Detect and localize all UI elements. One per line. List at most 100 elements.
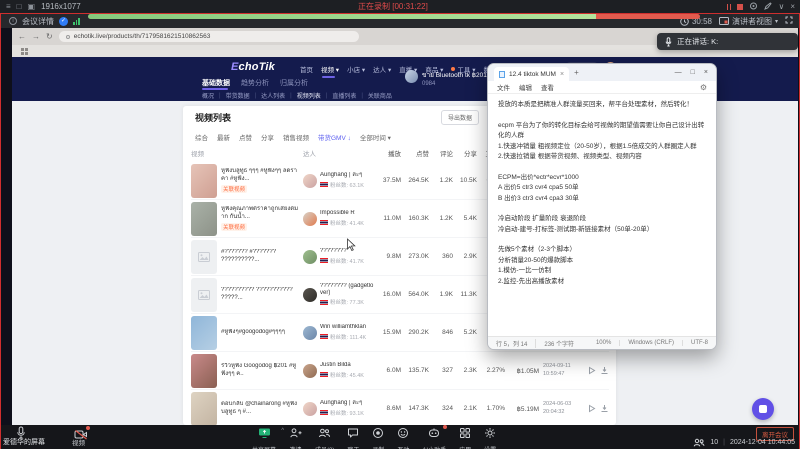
- subtab-归属分析[interactable]: 归属分析: [280, 78, 308, 88]
- filter-销售视频[interactable]: 销售视频: [283, 132, 309, 142]
- toolbar-item-聊天[interactable]: 聊天: [347, 426, 359, 449]
- video-toggle-label[interactable]: 视频: [72, 437, 85, 447]
- video-thumbnail[interactable]: [191, 240, 217, 274]
- video-title[interactable]: รีวิวหูฟัง Googodog ฿201 #หูฟังๆๆ ค..: [221, 363, 299, 379]
- toolbar-item-应用[interactable]: 应用: [459, 426, 471, 449]
- toolbar-item-AI小助手[interactable]: AI小助手: [422, 426, 446, 449]
- chevron-down-icon[interactable]: ∨: [778, 2, 784, 11]
- pause-icon[interactable]: [727, 4, 732, 10]
- chat-fab[interactable]: [752, 398, 774, 420]
- view-mode-selector[interactable]: 演讲者视图▾: [719, 16, 778, 27]
- menu-文件[interactable]: 文件: [497, 82, 510, 92]
- filter-分享[interactable]: 分享: [261, 132, 274, 142]
- talent-avatar[interactable]: [303, 174, 317, 188]
- video-thumbnail[interactable]: [191, 202, 217, 236]
- talent-name[interactable]: Impossible R: [320, 210, 364, 217]
- window-icon[interactable]: □: [17, 3, 22, 11]
- subtab-基础数据[interactable]: 基础数据: [202, 78, 230, 88]
- video-thumbnail[interactable]: [191, 278, 217, 312]
- fullscreen-icon[interactable]: [785, 16, 793, 26]
- pen-icon[interactable]: [764, 2, 772, 12]
- toolbar-item-共享屏幕[interactable]: ^共享屏幕: [252, 426, 276, 449]
- talent-avatar[interactable]: [303, 250, 317, 264]
- video-title[interactable]: หูฟังคุณภาพดีราคาถูกเสียงดีมาก กันน้ำ...: [221, 206, 299, 222]
- nav-item-达人[interactable]: 达人 ▾: [373, 64, 391, 74]
- video-thumbnail[interactable]: [191, 316, 217, 350]
- filter-最新[interactable]: 最新: [217, 132, 230, 142]
- tab-close-icon[interactable]: ×: [560, 71, 564, 78]
- talent-avatar[interactable]: [303, 326, 317, 340]
- filter-综合[interactable]: 综合: [195, 132, 208, 142]
- chevron-up-icon[interactable]: ^: [281, 428, 284, 434]
- export-button[interactable]: 导出数据: [441, 110, 479, 125]
- camera-icon[interactable]: [749, 2, 758, 12]
- menu-编辑[interactable]: 编辑: [519, 82, 532, 92]
- table-row[interactable]: ตอบกลับ @chainarong #หูฟังบลูทูธ ๆ #... A…: [191, 390, 609, 425]
- talent-name[interactable]: Aunghang | ล่ะๆ: [320, 172, 364, 179]
- nav-item-视频[interactable]: 视频 ▾: [321, 64, 339, 74]
- section-nav-直播列表[interactable]: 直播列表: [332, 91, 356, 100]
- menu-icon[interactable]: ≡: [6, 3, 11, 11]
- video-thumbnail[interactable]: [191, 392, 217, 426]
- filter-带货GMV ↓[interactable]: 带货GMV ↓: [318, 132, 351, 142]
- meeting-detail-label[interactable]: 会议详情: [22, 16, 54, 27]
- toolbar-item-成员(2)[interactable]: 成员(2): [315, 426, 334, 449]
- close-icon[interactable]: ×: [790, 2, 795, 11]
- talent-avatar[interactable]: [303, 288, 317, 302]
- video-title[interactable]: ?????????? ??????????? ?????...: [221, 287, 299, 303]
- video-title[interactable]: ตอบกลับ @chainarong #หูฟังบลูทูธ ๆ #...: [221, 401, 299, 417]
- video-thumbnail[interactable]: [191, 354, 217, 388]
- apps-grid-icon[interactable]: [21, 48, 28, 55]
- section-nav-达人列表[interactable]: 达人列表: [261, 91, 285, 100]
- play-icon[interactable]: [587, 400, 596, 418]
- minimize-icon[interactable]: —: [675, 69, 682, 76]
- filter-点赞[interactable]: 点赞: [239, 132, 252, 142]
- talent-name[interactable]: Win williamthklan: [320, 324, 366, 331]
- video-title[interactable]: #หูฟังๆ#googodog#ๆๆๆๆ: [221, 329, 299, 337]
- section-nav-带货数据[interactable]: 带货数据: [226, 91, 250, 100]
- video-title[interactable]: #??????? #??????? ??????????...: [221, 249, 299, 265]
- section-nav-概况[interactable]: 概况: [202, 91, 214, 100]
- echotik-logo[interactable]: EchoTik: [231, 61, 275, 73]
- download-icon[interactable]: [600, 400, 609, 418]
- notepad-titlebar[interactable]: 12.4 tiktok MUM × + — □ ×: [488, 64, 716, 81]
- talent-avatar[interactable]: [303, 364, 317, 378]
- video-title[interactable]: หูฟังบลูทูธ ๆๆๆ #หูฟังๆๆ ลดราคา #หูฟัง..…: [221, 168, 299, 184]
- talent-avatar[interactable]: [303, 212, 317, 226]
- site-info-icon[interactable]: [66, 35, 70, 39]
- toolbar-item-录制[interactable]: 录制: [372, 426, 384, 449]
- stop-icon[interactable]: [737, 4, 743, 10]
- talent-name[interactable]: ????????: [320, 248, 364, 255]
- nav-item-首页[interactable]: 首页: [300, 64, 313, 74]
- forward-icon[interactable]: →: [32, 32, 40, 41]
- talent-avatar[interactable]: [303, 402, 317, 416]
- participant-count[interactable]: 10: [710, 439, 718, 446]
- talent-name[interactable]: ???????? (gadgetlover): [320, 283, 375, 297]
- table-row[interactable]: รีวิวหูฟัง Googodog ฿201 #หูฟังๆๆ ค.. Jus…: [191, 352, 609, 390]
- nav-item-小店[interactable]: 小店 ▾: [347, 64, 365, 74]
- toolbar-item-邀请[interactable]: 邀请: [289, 426, 302, 449]
- new-tab-icon[interactable]: +: [574, 68, 579, 77]
- talent-name[interactable]: Aunghang | ล่ะๆ: [320, 400, 364, 407]
- play-icon[interactable]: [587, 362, 596, 380]
- download-icon[interactable]: [600, 362, 609, 380]
- display-icon[interactable]: ▣: [28, 3, 36, 11]
- video-thumbnail[interactable]: [191, 164, 217, 198]
- filter-全部时间 ▾[interactable]: 全部时间 ▾: [360, 132, 391, 142]
- window-close-icon[interactable]: ×: [704, 69, 708, 76]
- section-nav-视频列表[interactable]: 视频列表: [297, 91, 321, 100]
- toolbar-item-设置[interactable]: 设置: [484, 426, 496, 449]
- subtab-趋势分析[interactable]: 趋势分析: [241, 78, 269, 88]
- address-bar[interactable]: echotik.live/products/th/717958162151086…: [59, 31, 359, 42]
- back-icon[interactable]: ←: [18, 32, 26, 41]
- talent-name[interactable]: Justin Bilda: [320, 362, 364, 369]
- menu-查看[interactable]: 查看: [541, 82, 554, 92]
- settings-gear-icon[interactable]: ⚙: [700, 83, 707, 92]
- notepad-tab[interactable]: 12.4 tiktok MUM ×: [494, 67, 569, 81]
- notepad-content[interactable]: 投放的本质是把精准人群流量买回来，帮平台处理素材，然后转化！ ecpm 平台为了…: [488, 95, 716, 335]
- info-icon[interactable]: i: [9, 17, 17, 25]
- refresh-icon[interactable]: ↻: [46, 32, 53, 41]
- maximize-icon[interactable]: □: [691, 69, 695, 76]
- section-nav-关联商品[interactable]: 关联商品: [368, 91, 392, 100]
- toolbar-item-互动[interactable]: 互动: [397, 426, 409, 449]
